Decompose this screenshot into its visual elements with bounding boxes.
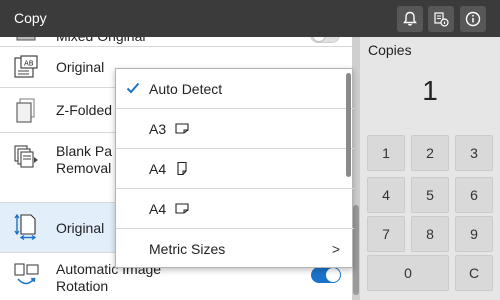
original-type-icon: AB bbox=[14, 55, 38, 78]
auto-rotation-icon bbox=[14, 263, 39, 285]
landscape-paper-icon bbox=[175, 203, 189, 214]
info-button[interactable] bbox=[460, 6, 486, 32]
copies-title: Copies bbox=[368, 42, 412, 58]
title-bar: Copy bbox=[0, 0, 500, 37]
copies-count: 1 bbox=[422, 75, 438, 106]
list-item-mixed-original[interactable]: Mixed Original bbox=[0, 37, 352, 47]
keypad-clear-button[interactable]: C bbox=[455, 255, 493, 291]
portrait-paper-icon bbox=[177, 162, 187, 175]
keypad-8-button[interactable]: 8 bbox=[411, 216, 449, 252]
dropdown-option-label: A4 bbox=[149, 201, 167, 217]
dropdown-option-label: A4 bbox=[149, 161, 167, 177]
original-size-dropdown: Auto Detect A3 A4 A4 Metric Sizes > bbox=[115, 68, 354, 269]
keypad-2-button[interactable]: 2 bbox=[411, 135, 449, 171]
keypad-4-button[interactable]: 4 bbox=[367, 177, 405, 213]
svg-text:AB: AB bbox=[24, 60, 34, 68]
chevron-right-icon: > bbox=[331, 241, 340, 257]
original-size-icon bbox=[14, 213, 37, 240]
dropdown-option-metric-sizes[interactable]: Metric Sizes > bbox=[116, 229, 354, 269]
dropdown-option-label: Metric Sizes bbox=[149, 241, 226, 257]
keypad-3-button[interactable]: 3 bbox=[455, 135, 493, 171]
checkmark-icon bbox=[126, 82, 140, 94]
keypad-6-button[interactable]: 6 bbox=[455, 177, 493, 213]
dropdown-scrollbar[interactable] bbox=[346, 73, 351, 177]
copies-panel: Copies 1 1 2 3 4 5 6 7 8 9 0 C bbox=[360, 37, 500, 300]
list-item-label-line1: Blank Pa bbox=[56, 143, 113, 159]
dropdown-option-auto-detect[interactable]: Auto Detect bbox=[116, 69, 354, 109]
landscape-paper-icon bbox=[175, 123, 189, 134]
dropdown-option-label: Auto Detect bbox=[149, 81, 223, 97]
dropdown-option-a4-portrait[interactable]: A4 bbox=[116, 149, 354, 189]
mixed-original-icon bbox=[16, 37, 36, 41]
list-item-label-line2: Removal bbox=[56, 160, 112, 176]
list-item-label: Z-Folded bbox=[56, 102, 113, 118]
list-item-label: Original bbox=[56, 59, 105, 75]
job-status-button[interactable] bbox=[428, 6, 454, 32]
keypad-9-button[interactable]: 9 bbox=[455, 216, 493, 252]
notification-button[interactable] bbox=[397, 6, 423, 32]
z-folded-icon bbox=[16, 98, 35, 123]
mixed-original-toggle[interactable] bbox=[310, 37, 340, 43]
keypad-0-button[interactable]: 0 bbox=[367, 255, 449, 291]
blank-page-removal-icon bbox=[14, 145, 38, 168]
keypad-1-button[interactable]: 1 bbox=[367, 135, 405, 171]
list-item-label: Mixed Original bbox=[56, 37, 145, 45]
bell-icon bbox=[403, 11, 417, 26]
page-title: Copy bbox=[14, 10, 47, 26]
keypad-5-button[interactable]: 5 bbox=[411, 177, 449, 213]
dropdown-option-label: A3 bbox=[149, 121, 167, 137]
auto-rotation-toggle[interactable] bbox=[311, 267, 341, 283]
dropdown-option-a3-landscape[interactable]: A3 bbox=[116, 109, 354, 149]
dropdown-option-a4-landscape[interactable]: A4 bbox=[116, 189, 354, 229]
list-item-label: Original bbox=[56, 220, 105, 236]
list-item-label-line2: Rotation bbox=[56, 278, 109, 294]
keypad-7-button[interactable]: 7 bbox=[367, 216, 405, 252]
job-status-icon bbox=[434, 12, 449, 27]
info-icon bbox=[465, 11, 481, 27]
